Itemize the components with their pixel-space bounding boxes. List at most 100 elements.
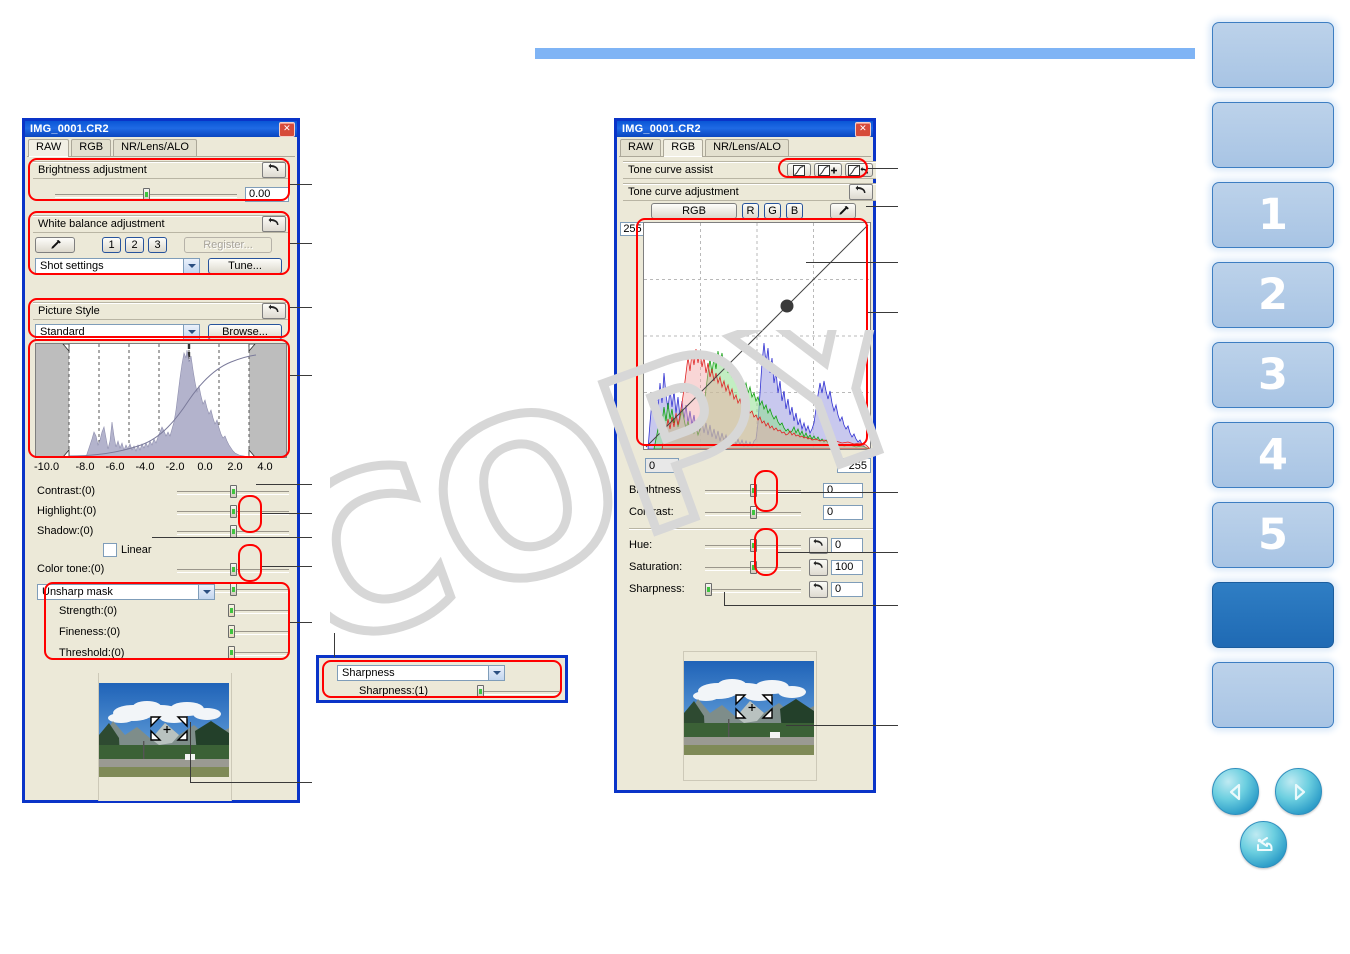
slider-thumb[interactable]: [750, 538, 757, 552]
wb-preset-2[interactable]: 2: [125, 237, 144, 253]
eyedropper-icon[interactable]: [830, 203, 856, 219]
return-icon[interactable]: [1240, 821, 1287, 868]
slider-thumb[interactable]: [705, 582, 712, 596]
slider-thumb[interactable]: [143, 187, 150, 201]
brightness-value[interactable]: 0: [823, 482, 863, 498]
tab-raw[interactable]: RAW: [28, 139, 70, 157]
chapter-button-5[interactable]: 5: [1212, 502, 1334, 568]
contrast-value[interactable]: 0: [823, 504, 863, 520]
curve-input-left[interactable]: 0: [645, 458, 679, 473]
right-dialog-titlebar[interactable]: IMG_0001.CR2 ✕: [617, 121, 873, 137]
hue-slider[interactable]: [705, 538, 801, 552]
channel-r-button[interactable]: R: [742, 203, 759, 219]
tone-curve-graph[interactable]: [643, 222, 871, 450]
next-page-icon[interactable]: [1275, 768, 1323, 815]
chapter-sidebar[interactable]: 1 2 3 4 5: [1212, 22, 1334, 742]
prev-page-icon[interactable]: [1212, 768, 1259, 815]
close-icon[interactable]: ✕: [279, 121, 295, 137]
slider-thumb[interactable]: [227, 604, 235, 617]
chapter-button-index[interactable]: [1212, 662, 1334, 728]
left-dialog-titlebar[interactable]: IMG_0001.CR2 ✕: [25, 121, 297, 137]
right-preview-image[interactable]: [684, 661, 814, 755]
slider-thumb[interactable]: [477, 684, 484, 698]
tune-button[interactable]: Tune...: [208, 258, 282, 274]
chevron-down-icon[interactable]: [183, 259, 199, 273]
tab-raw[interactable]: RAW: [620, 139, 662, 156]
channel-rgb-button[interactable]: RGB: [651, 203, 737, 219]
raw-adjustment-dialog[interactable]: IMG_0001.CR2 ✕ RAW RGB NR/Lens/ALO Brigh…: [22, 118, 300, 803]
close-icon[interactable]: ✕: [855, 121, 871, 137]
channel-g-button[interactable]: G: [764, 203, 781, 219]
register-button[interactable]: Register...: [184, 237, 272, 253]
saturation-value[interactable]: 100: [831, 559, 863, 575]
tab-rgb[interactable]: RGB: [663, 139, 704, 157]
fineness-slider[interactable]: [227, 625, 289, 638]
sharpness-mode-combo[interactable]: Unsharp mask: [37, 584, 215, 600]
slider-thumb[interactable]: [230, 562, 237, 576]
strength-slider[interactable]: [227, 604, 289, 617]
chapter-button-3[interactable]: 3: [1212, 342, 1334, 408]
callout-sharpness-slider[interactable]: [477, 684, 559, 698]
brightness-value[interactable]: 0.00: [245, 186, 289, 202]
tone-curve-reset-icon[interactable]: [845, 163, 873, 177]
picture-style-combo[interactable]: Standard: [35, 324, 200, 340]
callout-sharpness-combo[interactable]: Sharpness: [337, 665, 505, 681]
revert-arrow-icon[interactable]: [262, 216, 286, 232]
color-tone-slider[interactable]: [177, 562, 289, 576]
revert-arrow-icon[interactable]: [262, 162, 286, 178]
right-tab-bar[interactable]: RAW RGB NR/Lens/ALO: [617, 137, 873, 157]
brightness-slider[interactable]: [55, 187, 237, 201]
tab-rgb[interactable]: RGB: [71, 139, 112, 156]
saturation-slider[interactable]: [705, 560, 801, 574]
linear-checkbox[interactable]: [103, 543, 117, 557]
chevron-down-icon[interactable]: [183, 325, 199, 339]
slider-thumb[interactable]: [750, 560, 757, 574]
slider-thumb[interactable]: [230, 504, 237, 518]
contrast-slider[interactable]: [705, 505, 801, 519]
tab-nr-lens-alo[interactable]: NR/Lens/ALO: [113, 139, 197, 156]
shadow-slider[interactable]: [177, 524, 289, 538]
brightness-slider[interactable]: [705, 483, 801, 497]
sharpness-slider[interactable]: [705, 582, 801, 596]
revert-arrow-icon[interactable]: [809, 558, 828, 576]
tone-curve-plus-icon[interactable]: [814, 163, 842, 177]
curve-input-right[interactable]: 255: [837, 458, 871, 473]
slider-thumb[interactable]: [227, 625, 235, 638]
tab-nr-lens-alo[interactable]: NR/Lens/ALO: [705, 139, 789, 156]
sharpness-value[interactable]: 0: [831, 581, 863, 597]
revert-arrow-icon[interactable]: [849, 184, 873, 200]
slider-thumb[interactable]: [750, 483, 757, 497]
wb-preset-3[interactable]: 3: [148, 237, 167, 253]
white-balance-combo[interactable]: Shot settings: [35, 258, 200, 274]
slider-thumb[interactable]: [750, 505, 757, 519]
chapter-button-active[interactable]: [1212, 582, 1334, 648]
threshold-slider[interactable]: [227, 646, 289, 659]
left-tab-bar[interactable]: RAW RGB NR/Lens/ALO: [25, 137, 297, 157]
page-navigation[interactable]: [1212, 768, 1332, 868]
chapter-button-cover[interactable]: [1212, 22, 1334, 88]
chapter-button-1[interactable]: 1: [1212, 182, 1334, 248]
contrast-slider[interactable]: [177, 484, 289, 498]
left-preview-image[interactable]: [99, 683, 229, 777]
revert-arrow-icon[interactable]: [809, 536, 828, 554]
chapter-button-contents[interactable]: [1212, 102, 1334, 168]
revert-arrow-icon[interactable]: [809, 580, 828, 598]
sharpness-callout-box[interactable]: Sharpness Sharpness:(1): [316, 655, 568, 703]
chapter-button-4[interactable]: 4: [1212, 422, 1334, 488]
slider-thumb[interactable]: [230, 484, 237, 498]
chapter-button-2[interactable]: 2: [1212, 262, 1334, 328]
chevron-down-icon[interactable]: [488, 666, 504, 680]
slider-thumb[interactable]: [227, 646, 235, 659]
slider-thumb[interactable]: [230, 524, 237, 538]
revert-arrow-icon[interactable]: [262, 303, 286, 319]
tone-histogram[interactable]: [35, 343, 287, 458]
browse-button[interactable]: Browse...: [208, 324, 282, 340]
highlight-slider[interactable]: [177, 504, 289, 518]
channel-b-button[interactable]: B: [786, 203, 803, 219]
rgb-adjustment-dialog[interactable]: IMG_0001.CR2 ✕ RAW RGB NR/Lens/ALO Tone …: [614, 118, 876, 793]
wb-preset-1[interactable]: 1: [102, 237, 121, 253]
chevron-down-icon[interactable]: [198, 585, 214, 599]
tone-curve-auto-icon[interactable]: [787, 163, 811, 177]
eyedropper-icon[interactable]: [35, 237, 75, 253]
hue-value[interactable]: 0: [831, 537, 863, 553]
